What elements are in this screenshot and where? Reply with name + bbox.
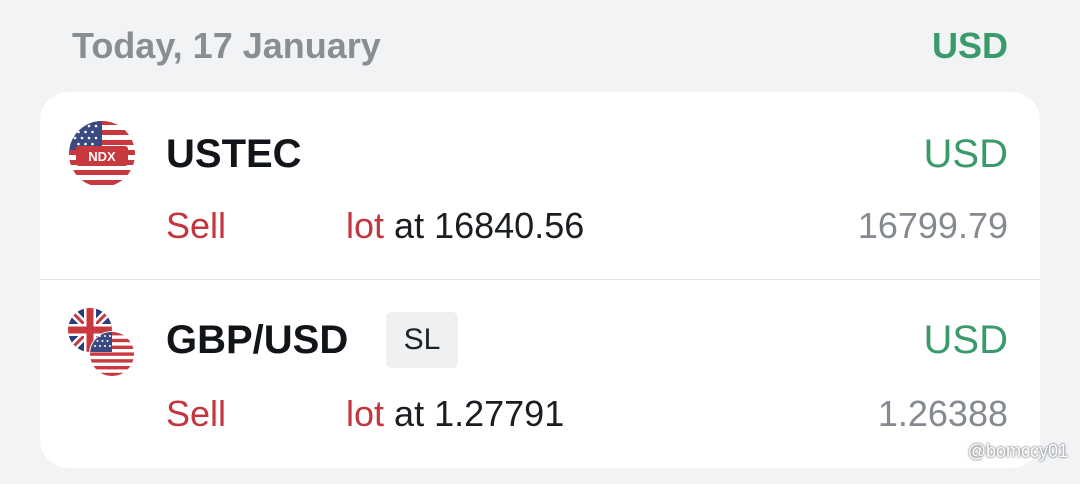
order-details: lot at 16840.56 bbox=[346, 204, 584, 248]
position-row-gbpusd[interactable]: GBP/USD SL USD Sell lot at 1.27791 1.263… bbox=[40, 280, 1040, 468]
positions-card: NDX USTEC USD Sell lot at 16840.56 16799… bbox=[40, 92, 1040, 468]
open-price: 16840.56 bbox=[434, 205, 585, 246]
at-label: at bbox=[394, 393, 425, 434]
date-label: Today, 17 January bbox=[72, 25, 381, 66]
open-price: 1.27791 bbox=[434, 393, 565, 434]
symbol-label: USTEC bbox=[166, 132, 302, 176]
ndx-flag-label: NDX bbox=[88, 149, 116, 164]
symbol-label: GBP/USD bbox=[166, 318, 349, 362]
position-row-ustec[interactable]: NDX USTEC USD Sell lot at 16840.56 16799… bbox=[40, 92, 1040, 280]
side-label: Sell bbox=[166, 393, 227, 434]
day-group-header: Today, 17 January USD bbox=[72, 22, 1008, 70]
header-currency[interactable]: USD bbox=[932, 25, 1008, 67]
current-price: 16799.79 bbox=[857, 205, 1008, 246]
watermark: @bomccy01 bbox=[967, 441, 1068, 461]
order-details: lot at 1.27791 bbox=[346, 392, 564, 436]
at-label: at bbox=[394, 205, 425, 246]
us-flag-ndx-icon: NDX bbox=[69, 121, 135, 187]
stop-loss-badge: SL bbox=[386, 312, 458, 368]
row-currency: USD bbox=[923, 132, 1008, 176]
side-label: Sell bbox=[166, 205, 227, 246]
lot-label: lot bbox=[346, 393, 385, 434]
lot-label: lot bbox=[346, 205, 385, 246]
gbp-usd-flags-icon bbox=[68, 308, 135, 376]
current-price: 1.26388 bbox=[877, 393, 1008, 434]
row-currency: USD bbox=[923, 318, 1008, 362]
